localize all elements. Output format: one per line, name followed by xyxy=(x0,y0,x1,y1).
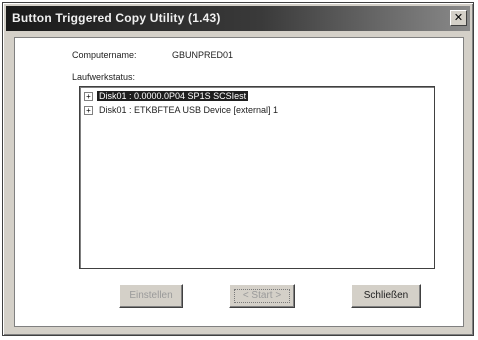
focus-rect xyxy=(234,289,290,303)
drive-tree[interactable]: + Disk01 : 0.0000.0P04 SP1S SCSIest + Disk… xyxy=(79,86,435,269)
drive-item-label: Disk01 : ETKBFTEA USB Device [external] … xyxy=(99,105,279,115)
close-button[interactable]: Schließen xyxy=(351,284,421,308)
drive-item[interactable]: + Disk01 : 0.0000.0P04 SP1S SCSIest xyxy=(84,91,249,102)
drive-item-label: Disk01 : 0.0000.0P04 SP1S SCSIest xyxy=(97,91,249,101)
title-bar[interactable]: Button Triggered Copy Utility (1.43) ✕ xyxy=(6,6,470,31)
close-icon[interactable]: ✕ xyxy=(450,10,467,26)
expand-icon[interactable]: + xyxy=(84,92,93,102)
window-title: Button Triggered Copy Utility (1.43) xyxy=(12,11,221,25)
drive-status-label: Laufwerkstatus: xyxy=(72,72,136,82)
client-area: Computername: GBUNPRED01 Laufwerkstatus:… xyxy=(14,37,464,327)
expand-icon[interactable]: + xyxy=(84,106,93,116)
drive-item[interactable]: + Disk01 : ETKBFTEA USB Device [external]… xyxy=(84,105,280,116)
computer-name-value: GBUNPRED01 xyxy=(172,50,234,60)
dialog-window: Button Triggered Copy Utility (1.43) ✕ C… xyxy=(2,2,474,336)
computer-name-label: Computername: xyxy=(72,50,137,60)
settings-button[interactable]: Einstellen xyxy=(119,284,183,308)
start-button[interactable]: < Start > xyxy=(229,284,295,308)
